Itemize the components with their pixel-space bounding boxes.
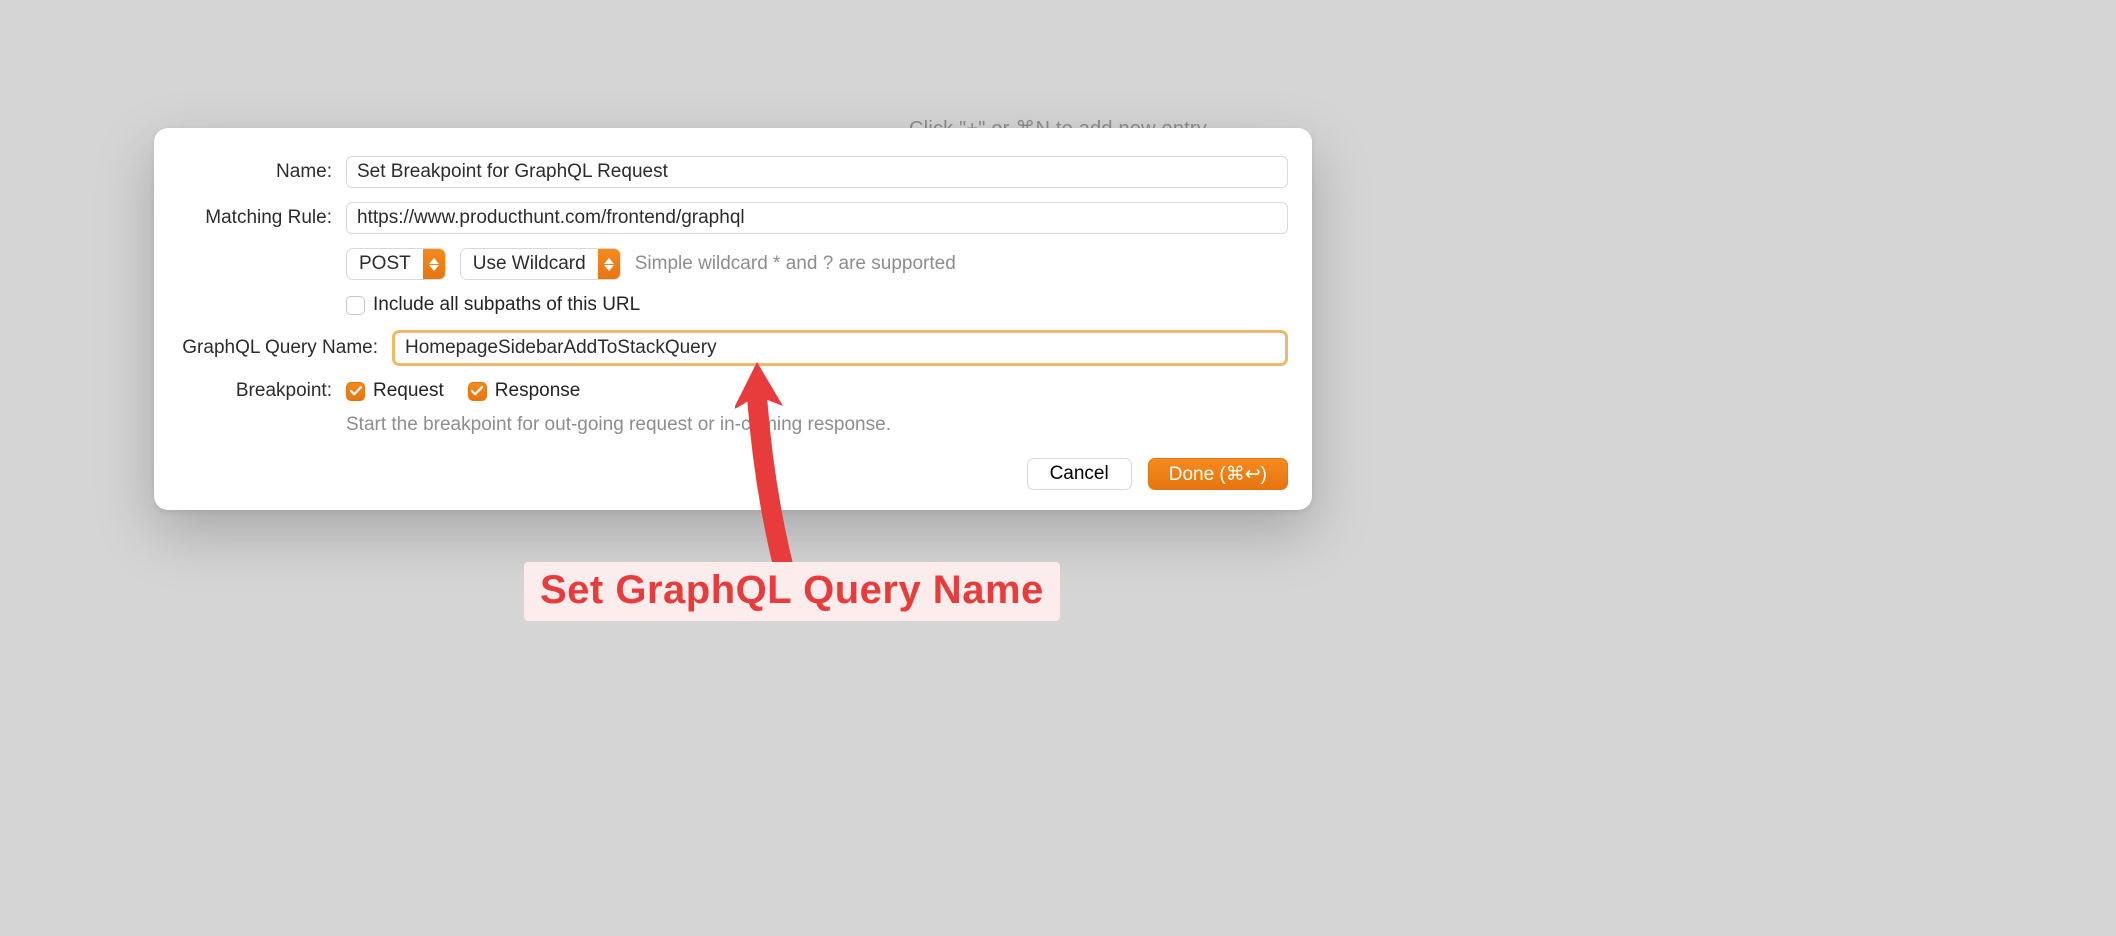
breakpoint-response-checkbox[interactable] bbox=[468, 382, 487, 401]
row-name: Name: bbox=[178, 156, 1288, 188]
http-method-value: POST bbox=[347, 249, 423, 279]
stepper-arrows-icon bbox=[423, 249, 445, 279]
name-input[interactable] bbox=[346, 156, 1288, 188]
row-include-subpaths: Include all subpaths of this URL bbox=[178, 294, 1288, 316]
annotation-caption-box: Set GraphQL Query Name bbox=[524, 562, 1060, 621]
breakpoint-request-label: Request bbox=[373, 380, 444, 402]
breakpoint-note: Start the breakpoint for out-going reque… bbox=[346, 414, 891, 436]
label-graphql-query-name: GraphQL Query Name: bbox=[178, 337, 392, 359]
label-matching-rule: Matching Rule: bbox=[178, 207, 346, 229]
graphql-query-name-input[interactable] bbox=[392, 330, 1288, 366]
button-bar: Cancel Done (⌘↩︎) bbox=[178, 458, 1288, 490]
label-name: Name: bbox=[178, 161, 346, 183]
wildcard-mode-value: Use Wildcard bbox=[461, 249, 598, 279]
check-icon bbox=[471, 386, 483, 396]
label-breakpoint: Breakpoint: bbox=[178, 380, 346, 402]
row-graphql-query-name: GraphQL Query Name: bbox=[178, 330, 1288, 366]
breakpoint-request-checkbox[interactable] bbox=[346, 382, 365, 401]
include-subpaths-label: Include all subpaths of this URL bbox=[373, 294, 640, 316]
check-icon bbox=[350, 386, 362, 396]
row-breakpoint: Breakpoint: Request Response bbox=[178, 380, 1288, 402]
wildcard-hint: Simple wildcard * and ? are supported bbox=[635, 253, 956, 275]
cancel-button[interactable]: Cancel bbox=[1027, 458, 1132, 490]
matching-rule-input[interactable] bbox=[346, 202, 1288, 234]
breakpoint-sheet: Name: Matching Rule: POST Use Wildcard bbox=[154, 128, 1312, 510]
row-matching-rule: Matching Rule: bbox=[178, 202, 1288, 234]
row-method-wildcard: POST Use Wildcard Simple wildcard * and … bbox=[178, 248, 1288, 280]
http-method-select[interactable]: POST bbox=[346, 248, 446, 280]
wildcard-mode-select[interactable]: Use Wildcard bbox=[460, 248, 621, 280]
include-subpaths-checkbox[interactable] bbox=[346, 296, 365, 315]
row-breakpoint-note: Start the breakpoint for out-going reque… bbox=[178, 414, 1288, 436]
breakpoint-response-label: Response bbox=[495, 380, 581, 402]
done-button[interactable]: Done (⌘↩︎) bbox=[1148, 458, 1288, 490]
annotation-caption: Set GraphQL Query Name bbox=[540, 568, 1044, 613]
stepper-arrows-icon bbox=[598, 249, 620, 279]
